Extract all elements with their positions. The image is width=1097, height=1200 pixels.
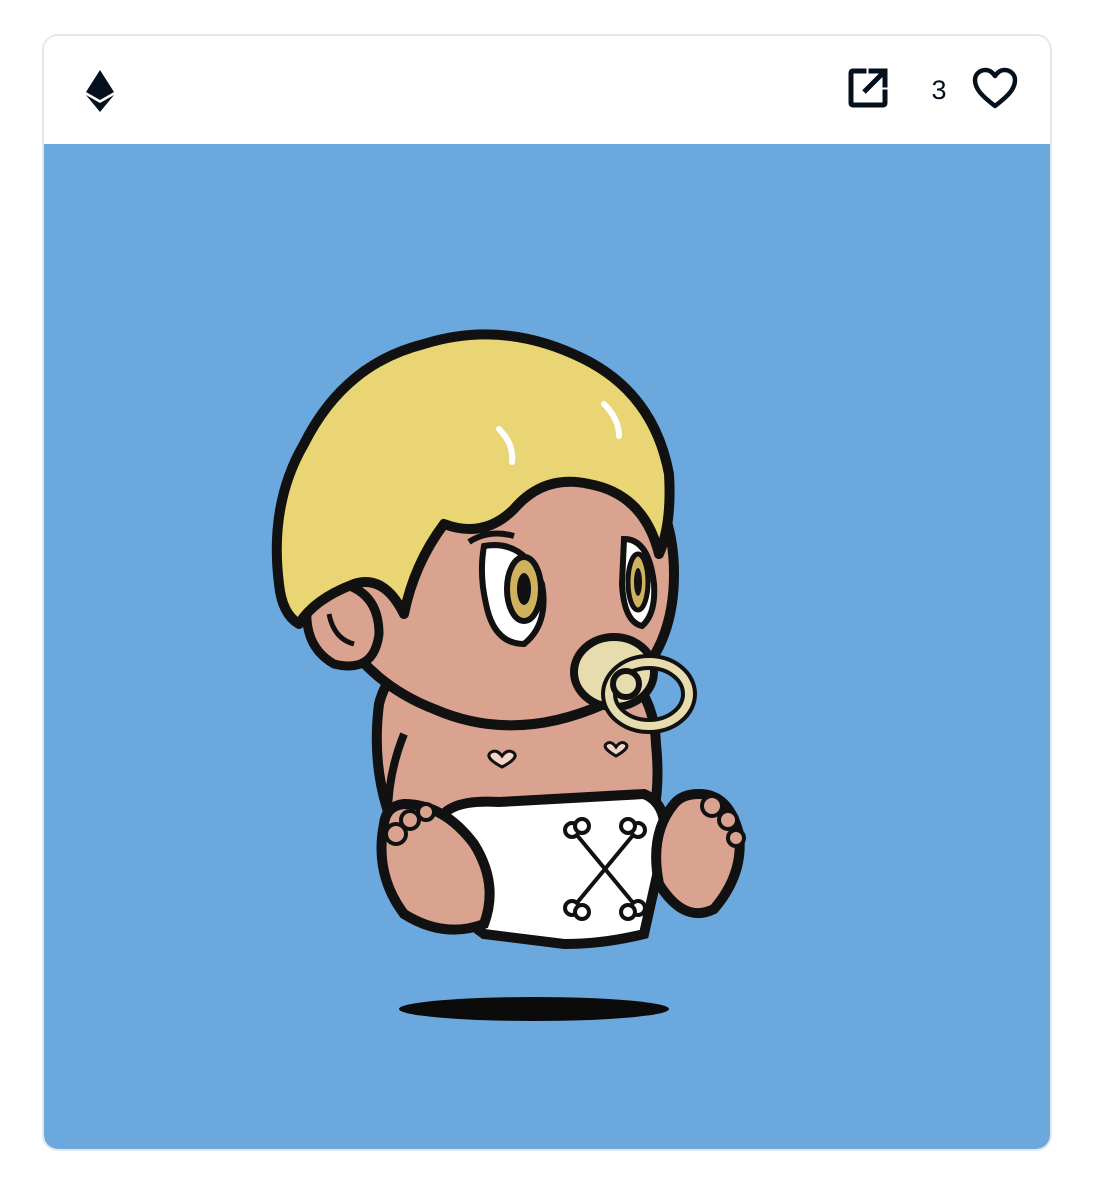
card-header: 3 xyxy=(44,36,1050,144)
favorite-count: 3 xyxy=(931,75,947,105)
favorite-button[interactable] xyxy=(970,66,1020,114)
external-link-icon xyxy=(846,66,890,115)
ethereum-icon xyxy=(84,70,116,112)
nft-image[interactable] xyxy=(44,144,1050,1149)
heart-outline-icon xyxy=(972,67,1018,114)
nft-card[interactable]: 3 xyxy=(42,34,1052,1151)
baby-illustration xyxy=(271,329,746,1021)
external-link-button[interactable] xyxy=(844,66,892,114)
